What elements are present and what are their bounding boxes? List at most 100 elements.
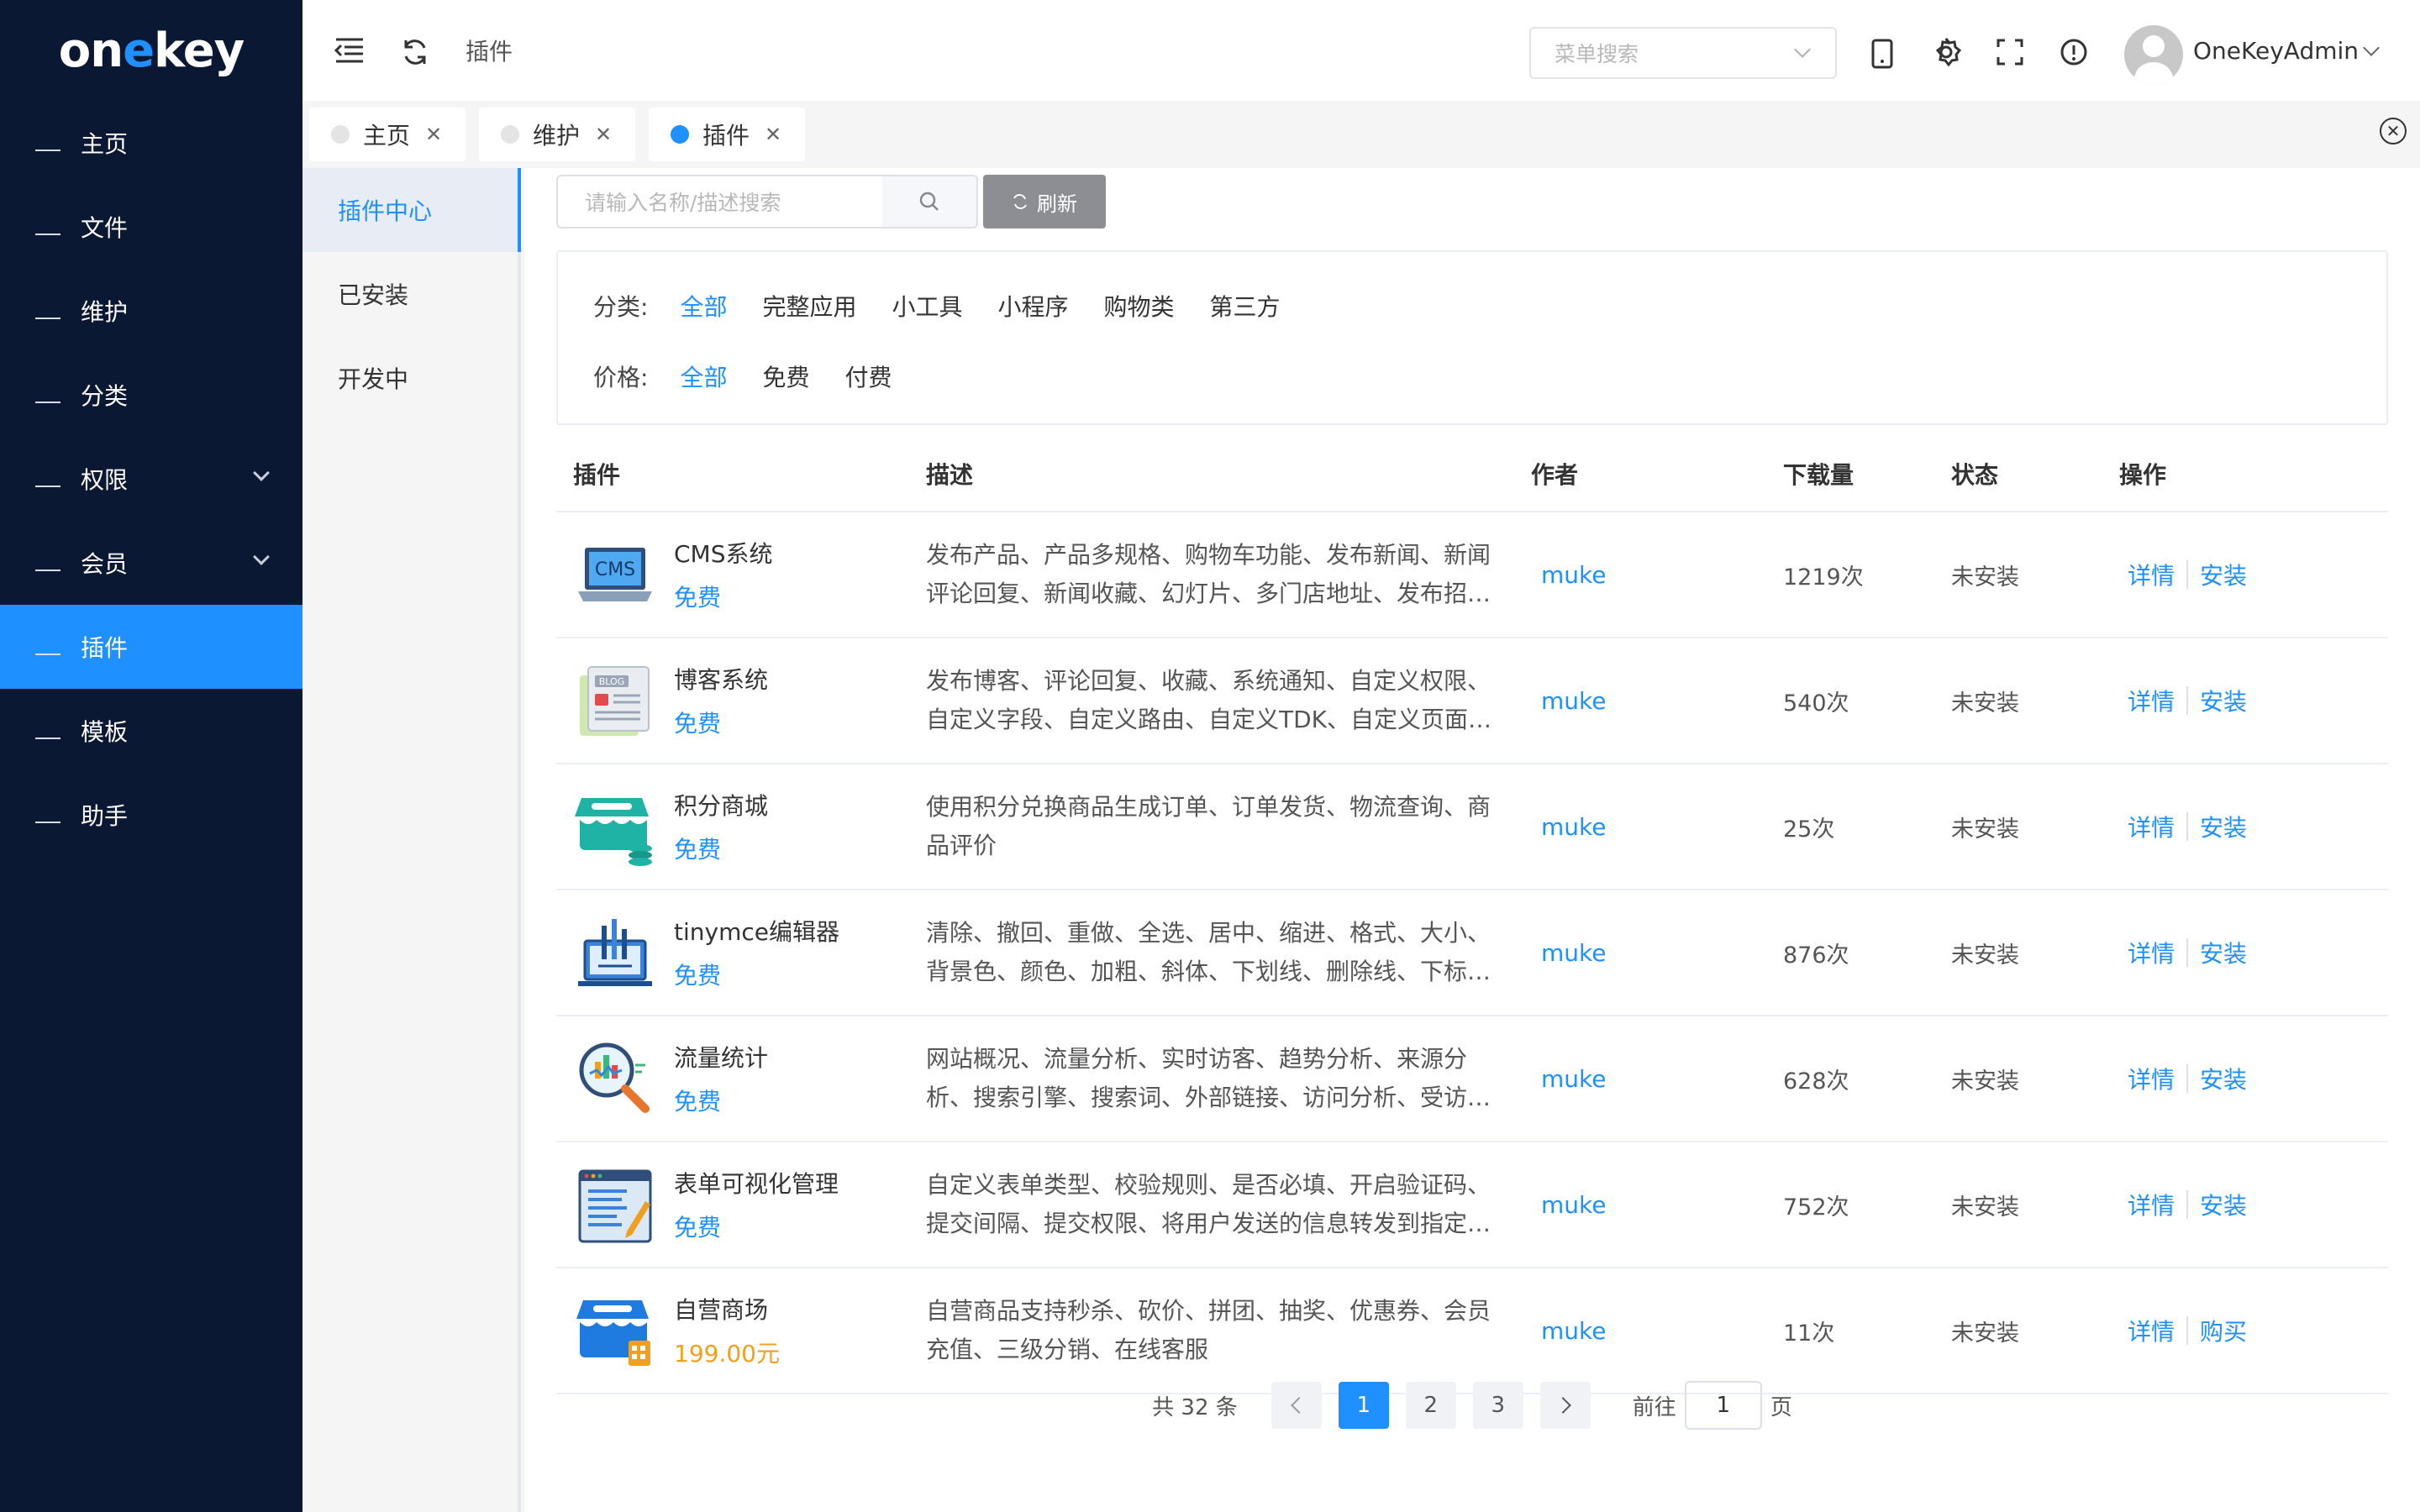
- author-link[interactable]: muke: [1531, 1191, 1606, 1219]
- points-mall-icon: [573, 785, 657, 869]
- menu-dash-icon: [35, 234, 60, 235]
- username[interactable]: OneKeyAdmin: [2193, 37, 2359, 65]
- refresh-button[interactable]: 刷新: [983, 175, 1106, 228]
- mobile-icon[interactable]: [1867, 37, 1897, 71]
- subnav-installed[interactable]: 已安装: [302, 252, 518, 336]
- blog-icon: BLOG: [573, 659, 657, 743]
- avatar[interactable]: [2124, 25, 2183, 84]
- chevron-down-icon[interactable]: [2363, 39, 2380, 56]
- author-link[interactable]: muke: [1531, 687, 1606, 715]
- fullscreen-icon[interactable]: [1995, 37, 2025, 67]
- tab-dot-icon: [501, 125, 519, 144]
- price-option-all[interactable]: 全部: [680, 360, 727, 393]
- menu-dash-icon: [35, 738, 60, 739]
- tabs-bar: 主页 ✕ 维护 ✕ 插件 ✕: [302, 101, 2420, 168]
- sidebar-item-maintenance[interactable]: 维护: [0, 269, 302, 353]
- breadcrumb: 插件: [466, 38, 513, 66]
- detail-link[interactable]: 详情: [2128, 810, 2175, 843]
- sidebar-item-members[interactable]: 会员: [0, 521, 302, 605]
- category-option-tools[interactable]: 小工具: [892, 289, 962, 323]
- search-input[interactable]: 请输入名称/描述搜索: [556, 175, 894, 228]
- sidebar-item-files[interactable]: 文件: [0, 185, 302, 269]
- info-icon[interactable]: [2059, 37, 2089, 67]
- page-button-2[interactable]: 2: [1405, 1382, 1456, 1429]
- menu-search-select[interactable]: 菜单搜索: [1529, 27, 1837, 79]
- pagination-total: 共 32 条: [1152, 1394, 1238, 1420]
- table-row: 流量统计 免费 网站概况、流量分析、实时访客、趋势分析、来源分析、搜索引擎、搜索…: [556, 1016, 2388, 1142]
- subnav-plugin-center[interactable]: 插件中心: [302, 168, 521, 252]
- prev-page-button[interactable]: [1270, 1382, 1322, 1429]
- author-link[interactable]: muke: [1531, 561, 1606, 589]
- author-link[interactable]: muke: [1531, 1317, 1606, 1345]
- close-icon[interactable]: ✕: [765, 123, 781, 146]
- detail-link[interactable]: 详情: [2128, 1314, 2175, 1347]
- menu-dash-icon: [35, 402, 60, 403]
- detail-link[interactable]: 详情: [2128, 1062, 2175, 1095]
- chevron-down-icon: [253, 465, 270, 481]
- author-link[interactable]: muke: [1531, 1065, 1606, 1093]
- category-filter: 分类: 全部 完整应用 小工具 小程序 购物类 第三方: [593, 289, 1316, 323]
- category-option-third-party[interactable]: 第三方: [1210, 289, 1281, 323]
- page-button-1[interactable]: 1: [1338, 1382, 1389, 1429]
- install-link[interactable]: 安装: [2200, 1188, 2247, 1221]
- menu-fold-icon[interactable]: [333, 34, 366, 67]
- price-option-free[interactable]: 免费: [762, 360, 809, 393]
- search-button[interactable]: [882, 175, 978, 228]
- menu-dash-icon: [35, 150, 60, 151]
- price-option-paid[interactable]: 付费: [844, 360, 892, 393]
- author-link[interactable]: muke: [1531, 939, 1606, 967]
- chevron-down-icon: [253, 549, 270, 565]
- detail-link[interactable]: 详情: [2128, 684, 2175, 717]
- tab-plugins[interactable]: 插件 ✕: [649, 108, 805, 161]
- sidebar-item-permissions[interactable]: 权限: [0, 437, 302, 521]
- install-link[interactable]: 安装: [2200, 1062, 2247, 1095]
- search-icon: [919, 192, 939, 211]
- category-option-all[interactable]: 全部: [680, 289, 727, 323]
- close-icon[interactable]: ✕: [595, 123, 612, 146]
- author-link[interactable]: muke: [1531, 813, 1606, 841]
- price-filter: 价格: 全部 免费 付费: [593, 360, 927, 393]
- table-row: 积分商城 免费 使用积分兑换商品生成订单、订单发货、物流查询、商品评价 muke…: [556, 764, 2388, 890]
- tab-dot-icon: [671, 125, 689, 144]
- install-link[interactable]: 安装: [2200, 558, 2247, 591]
- close-icon[interactable]: ✕: [425, 123, 442, 146]
- analytics-icon: [573, 1037, 657, 1121]
- sidebar-item-plugins[interactable]: 插件: [0, 605, 302, 689]
- form-icon: [573, 1163, 657, 1247]
- refresh-icon: [1013, 194, 1027, 209]
- next-page-button[interactable]: [1539, 1382, 1591, 1429]
- buy-link[interactable]: 购买: [2200, 1314, 2247, 1347]
- table-row: CMS CMS系统 免费 发布产品、产品多规格、购物车功能、发布新闻、新闻评论回…: [556, 512, 2388, 638]
- subnav-developing[interactable]: 开发中: [302, 336, 518, 420]
- menu-dash-icon: [35, 822, 60, 823]
- detail-link[interactable]: 详情: [2128, 1188, 2175, 1221]
- cms-laptop-icon: CMS: [573, 533, 657, 617]
- sidebar-item-home[interactable]: 主页: [0, 101, 302, 185]
- tab-maintenance[interactable]: 维护 ✕: [479, 108, 635, 161]
- settings-icon[interactable]: [1929, 35, 1963, 69]
- sidebar-item-templates[interactable]: 模板: [0, 689, 302, 773]
- sidebar: on e key 主页 文件 维护 分类 权限 会员 插件 模板 助手: [0, 0, 302, 1512]
- page-button-3[interactable]: 3: [1472, 1382, 1523, 1429]
- app-logo: on e key: [58, 23, 245, 78]
- plugin-subnav: 插件中心 已安装 开发中: [302, 168, 521, 1512]
- page-jump-input[interactable]: 1: [1684, 1381, 1762, 1430]
- sidebar-item-category[interactable]: 分类: [0, 353, 302, 437]
- svg-text:BLOG: BLOG: [599, 676, 624, 687]
- install-link[interactable]: 安装: [2200, 936, 2247, 969]
- category-option-shopping[interactable]: 购物类: [1104, 289, 1175, 323]
- page-jumper: 前往 1 页: [1633, 1381, 1792, 1430]
- tab-home[interactable]: 主页 ✕: [309, 108, 466, 161]
- sidebar-item-assistant[interactable]: 助手: [0, 773, 302, 857]
- detail-link[interactable]: 详情: [2128, 558, 2175, 591]
- install-link[interactable]: 安装: [2200, 810, 2247, 843]
- category-option-miniprogram[interactable]: 小程序: [997, 289, 1068, 323]
- install-link[interactable]: 安装: [2200, 684, 2247, 717]
- detail-link[interactable]: 详情: [2128, 936, 2175, 969]
- refresh-icon[interactable]: [398, 35, 432, 69]
- close-all-tabs-icon[interactable]: ✕: [2380, 118, 2407, 144]
- category-option-full-app[interactable]: 完整应用: [762, 289, 856, 323]
- table-row: BLOG 博客系统 免费 发布博客、评论回复、收藏、系统通知、自定义权限、自定义…: [556, 638, 2388, 764]
- table-header: 插件 描述 作者 下载量 状态 操作: [556, 437, 2388, 512]
- sidebar-menu: 主页 文件 维护 分类 权限 会员 插件 模板 助手: [0, 101, 302, 857]
